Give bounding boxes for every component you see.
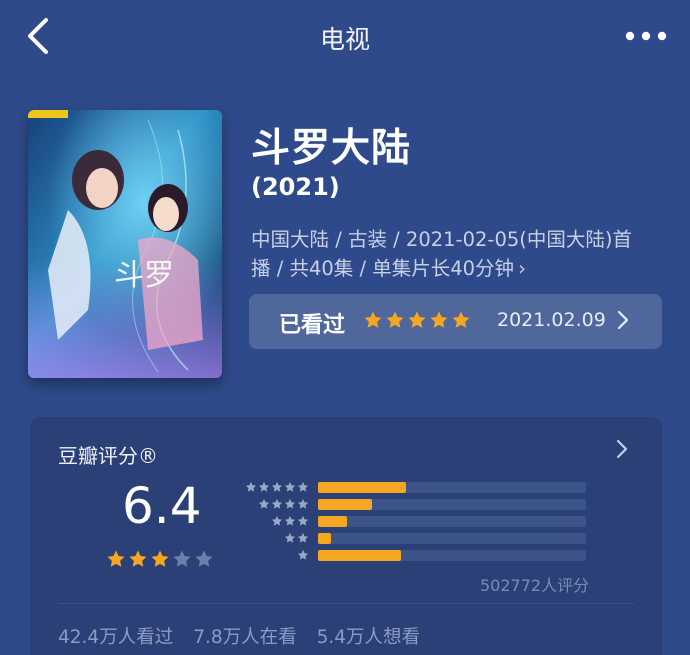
distribution-bar-track bbox=[318, 499, 586, 510]
distribution-bar-fill bbox=[318, 550, 402, 561]
movie-title: 斗罗大陆 bbox=[251, 126, 412, 171]
star-icon bbox=[297, 532, 309, 543]
meta-chevron-icon: › bbox=[518, 257, 526, 280]
top-bar: 电视 bbox=[0, 0, 690, 76]
watched-date: 2021.02.09 bbox=[497, 309, 606, 331]
movie-meta[interactable]: 中国大陆 / 古装 / 2021-02-05(中国大陆)首 播 / 共40集 /… bbox=[251, 225, 661, 283]
distribution-bar-track bbox=[318, 482, 586, 493]
star-icon bbox=[452, 311, 470, 328]
star-icon bbox=[258, 481, 270, 492]
stats-row: 42.4万人看过 7.8万人在看 5.4万人想看 bbox=[58, 623, 420, 649]
page-title: 电视 bbox=[319, 25, 370, 54]
poster-image[interactable]: 斗罗 bbox=[28, 110, 222, 378]
star-icon bbox=[284, 498, 296, 509]
meta-line-2: 播 / 共40集 / 单集片长40分钟 bbox=[251, 257, 515, 280]
distribution-row-3 bbox=[240, 515, 640, 529]
distribution-bar-track bbox=[318, 533, 586, 544]
star-icon bbox=[195, 550, 213, 567]
distribution-row-4 bbox=[240, 498, 640, 512]
stat-watched[interactable]: 42.4万人看过 bbox=[58, 623, 173, 649]
distribution-bar-track bbox=[318, 516, 586, 527]
rating-card[interactable]: 豆瓣评分® 6.4 502772人评分 42.4万人看过 7.8万人在看 5.4… bbox=[30, 417, 662, 655]
star-icon bbox=[107, 550, 125, 567]
star-icon bbox=[297, 498, 309, 509]
star-icon bbox=[129, 550, 147, 567]
watched-chevron-icon bbox=[617, 310, 629, 334]
watched-status-bar[interactable]: 已看过 2021.02.09 bbox=[249, 294, 662, 349]
divider bbox=[58, 603, 634, 604]
stat-watching[interactable]: 7.8万人在看 bbox=[193, 623, 296, 649]
my-rating-stars bbox=[363, 310, 471, 330]
poster-artwork: 斗罗 bbox=[28, 110, 222, 378]
star-icon bbox=[297, 481, 309, 492]
distribution-stars bbox=[271, 515, 309, 527]
star-icon bbox=[271, 498, 283, 509]
star-icon bbox=[271, 481, 283, 492]
star-icon bbox=[258, 498, 270, 509]
star-icon bbox=[245, 481, 257, 492]
distribution-bar-fill bbox=[318, 516, 348, 527]
distribution-row-1 bbox=[240, 549, 640, 563]
rating-chevron-icon[interactable] bbox=[616, 439, 628, 463]
distribution-bar-fill bbox=[318, 482, 407, 493]
star-icon bbox=[284, 515, 296, 526]
star-icon bbox=[297, 515, 309, 526]
star-icon bbox=[386, 311, 404, 328]
distribution-row-5 bbox=[240, 481, 640, 495]
more-button[interactable] bbox=[624, 22, 668, 50]
score-stars bbox=[106, 549, 214, 569]
distribution-bar-fill bbox=[318, 499, 372, 510]
movie-year: (2021) bbox=[251, 173, 340, 201]
star-icon bbox=[271, 515, 283, 526]
star-icon bbox=[297, 549, 309, 560]
vote-count[interactable]: 502772人评分 bbox=[480, 572, 589, 596]
poster-logo: 斗罗 bbox=[114, 259, 174, 292]
distribution-stars bbox=[258, 498, 309, 510]
star-icon bbox=[151, 550, 169, 567]
rating-score: 6.4 bbox=[122, 477, 202, 535]
watched-label: 已看过 bbox=[279, 313, 346, 338]
distribution-stars bbox=[245, 481, 309, 493]
star-icon bbox=[430, 311, 448, 328]
star-icon bbox=[284, 532, 296, 543]
meta-line-1: 中国大陆 / 古装 / 2021-02-05(中国大陆)首 bbox=[251, 228, 632, 251]
more-dots-icon bbox=[625, 31, 667, 41]
distribution-bar-track bbox=[318, 550, 586, 561]
distribution-bar-fill bbox=[318, 533, 332, 544]
star-icon bbox=[284, 481, 296, 492]
distribution-row-2 bbox=[240, 532, 640, 546]
star-icon bbox=[364, 311, 382, 328]
distribution-stars bbox=[297, 549, 309, 561]
star-icon bbox=[173, 550, 191, 567]
stat-wish[interactable]: 5.4万人想看 bbox=[317, 623, 420, 649]
rating-title: 豆瓣评分® bbox=[58, 444, 158, 468]
star-icon bbox=[408, 311, 426, 328]
distribution-stars bbox=[284, 532, 309, 544]
